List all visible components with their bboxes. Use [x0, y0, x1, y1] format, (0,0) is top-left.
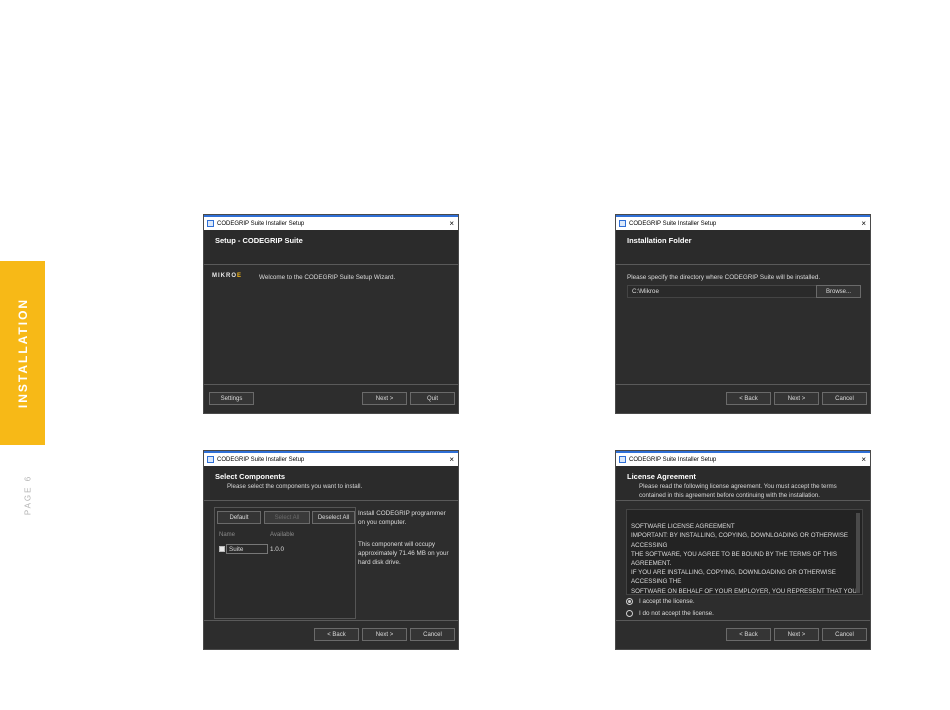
components-panel: Default Select All Deselect All Name Ava…: [214, 507, 356, 619]
license-text: SOFTWARE LICENSE AGREEMENT IMPORTANT: BY…: [631, 523, 857, 595]
next-button[interactable]: Next >: [774, 392, 819, 405]
page-title: Setup - CODEGRIP Suite: [215, 236, 303, 245]
column-header-available: Available: [270, 532, 295, 538]
installer-window-license: CODEGRIP Suite Installer Setup × License…: [615, 450, 871, 650]
suite-checkbox[interactable]: [219, 546, 225, 552]
component-description: Install CODEGRIP programmer on you compu…: [358, 510, 446, 526]
next-button[interactable]: Next >: [362, 392, 407, 405]
installer-app-icon: [207, 220, 214, 227]
component-version: 1.0.0: [270, 546, 285, 553]
column-header-name: Name: [219, 532, 236, 538]
welcome-text: Welcome to the CODEGRIP Suite Setup Wiza…: [259, 274, 396, 281]
decline-label[interactable]: I do not accept the license.: [639, 609, 714, 618]
wizard-header: Setup - CODEGRIP Suite: [204, 230, 458, 265]
page-subtitle: Please read the following license agreem…: [639, 483, 837, 499]
back-button[interactable]: < Back: [726, 392, 771, 405]
window-title: CODEGRIP Suite Installer Setup: [629, 456, 717, 463]
installer-app-icon: [619, 220, 626, 227]
deselect-all-button[interactable]: Deselect All: [312, 511, 355, 524]
close-icon[interactable]: ×: [449, 453, 454, 466]
wizard-header: License Agreement Please read the follow…: [616, 466, 870, 501]
mikroe-logo: MIKROE: [212, 273, 242, 279]
next-button[interactable]: Next >: [774, 628, 819, 641]
install-path-input[interactable]: C:\Mikroe: [627, 285, 817, 298]
next-button[interactable]: Next >: [362, 628, 407, 641]
section-tab: INSTALLATION: [0, 261, 45, 445]
logo-text: MIKRO: [212, 273, 237, 279]
cancel-button[interactable]: Cancel: [822, 392, 867, 405]
component-size-note: This component will occupy approximately…: [358, 541, 449, 566]
logo-accent: E: [237, 273, 243, 279]
wizard-footer: < Back Next > Cancel: [204, 620, 458, 649]
decline-radio[interactable]: [626, 610, 633, 617]
accept-label[interactable]: I accept the license.: [639, 597, 695, 606]
browse-button[interactable]: Browse...: [816, 285, 861, 298]
title-bar: CODEGRIP Suite Installer Setup ×: [616, 451, 870, 466]
installer-app-icon: [207, 456, 214, 463]
page-subtitle: Please select the components you want to…: [227, 483, 363, 490]
close-icon[interactable]: ×: [861, 453, 866, 466]
title-bar: CODEGRIP Suite Installer Setup ×: [204, 451, 458, 466]
title-bar: CODEGRIP Suite Installer Setup ×: [616, 215, 870, 230]
window-title: CODEGRIP Suite Installer Setup: [629, 220, 717, 227]
quit-button[interactable]: Quit: [410, 392, 455, 405]
cancel-button[interactable]: Cancel: [822, 628, 867, 641]
wizard-footer: < Back Next > Cancel: [616, 384, 870, 413]
window-title: CODEGRIP Suite Installer Setup: [217, 220, 305, 227]
back-button[interactable]: < Back: [726, 628, 771, 641]
page-title: Select Components: [215, 472, 286, 481]
license-scrollbar[interactable]: [856, 513, 860, 593]
installer-app-icon: [619, 456, 626, 463]
close-icon[interactable]: ×: [449, 217, 454, 230]
settings-button[interactable]: Settings: [209, 392, 254, 405]
folder-instruction: Please specify the directory where CODEG…: [627, 274, 821, 281]
installer-window-components: CODEGRIP Suite Installer Setup × Select …: [203, 450, 459, 650]
back-button[interactable]: < Back: [314, 628, 359, 641]
section-label: INSTALLATION: [15, 297, 30, 409]
wizard-header: Installation Folder: [616, 230, 870, 265]
page-number: PAGE 6: [23, 474, 33, 516]
cancel-button[interactable]: Cancel: [410, 628, 455, 641]
installer-window-welcome: CODEGRIP Suite Installer Setup × Setup -…: [203, 214, 459, 414]
page-title: License Agreement: [627, 472, 696, 481]
page-title: Installation Folder: [627, 236, 692, 245]
default-button[interactable]: Default: [217, 511, 261, 524]
accept-radio[interactable]: [626, 598, 633, 605]
select-all-button[interactable]: Select All: [264, 511, 310, 524]
license-text-box[interactable]: SOFTWARE LICENSE AGREEMENT IMPORTANT: BY…: [626, 509, 863, 595]
installer-window-folder: CODEGRIP Suite Installer Setup × Install…: [615, 214, 871, 414]
wizard-header: Select Components Please select the comp…: [204, 466, 458, 501]
component-name[interactable]: Suite: [226, 544, 268, 554]
wizard-footer: < Back Next > Cancel: [616, 620, 870, 649]
title-bar: CODEGRIP Suite Installer Setup ×: [204, 215, 458, 230]
wizard-footer: Settings Next > Quit: [204, 384, 458, 413]
close-icon[interactable]: ×: [861, 217, 866, 230]
window-title: CODEGRIP Suite Installer Setup: [217, 456, 305, 463]
